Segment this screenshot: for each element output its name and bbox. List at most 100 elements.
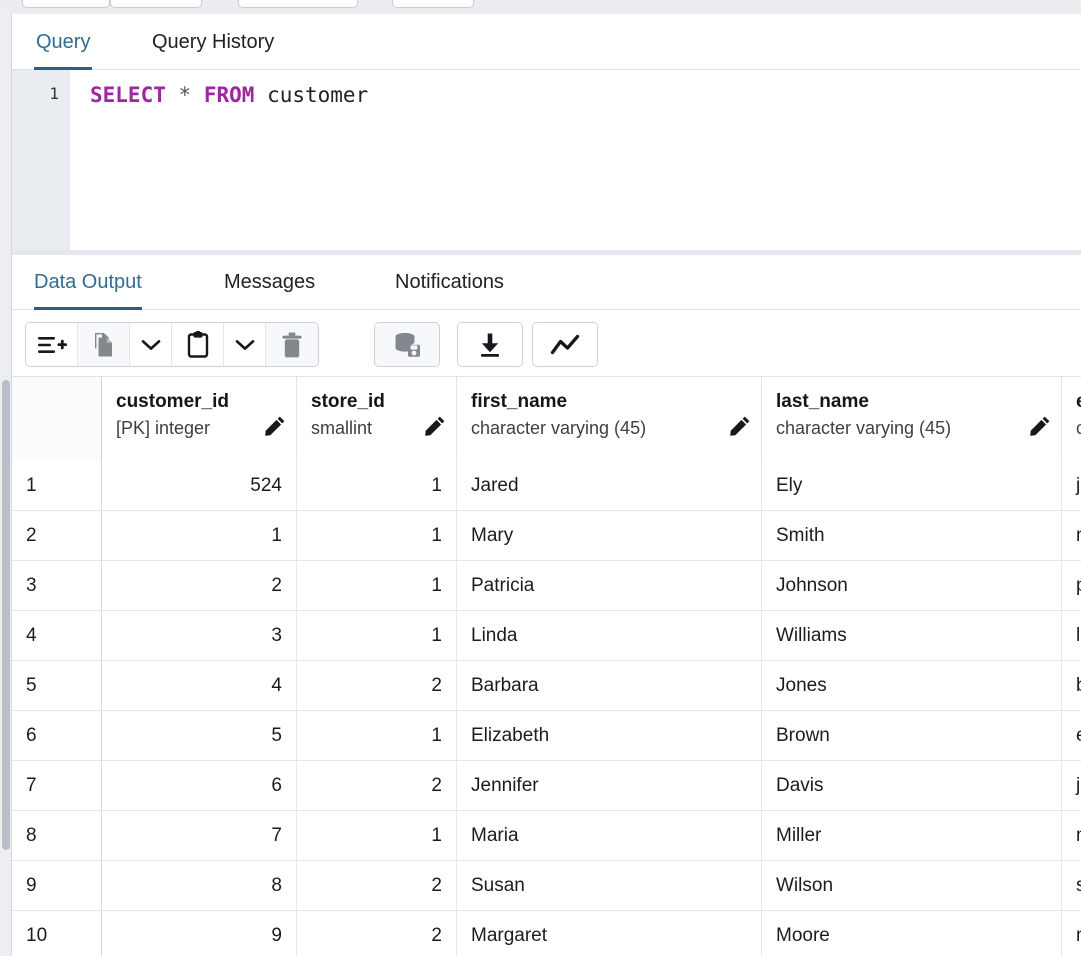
cell-store_id[interactable]: 2: [297, 761, 457, 810]
cell-first_name[interactable]: Linda: [457, 611, 762, 660]
sql-code-line[interactable]: SELECT * FROM customer: [90, 83, 368, 107]
cell-last_name[interactable]: Williams: [762, 611, 1062, 660]
row-number-cell[interactable]: 7: [12, 761, 102, 810]
cell-email[interactable]: m: [1062, 511, 1081, 560]
cell-email[interactable]: p: [1062, 561, 1081, 610]
cell-customer_id[interactable]: 3: [102, 611, 297, 660]
edit-pencil-icon[interactable]: [729, 415, 751, 437]
column-header-customer_id[interactable]: customer_id [PK] integer: [102, 377, 297, 461]
table-row[interactable]: 6 5 1 Elizabeth Brown e: [12, 711, 1081, 761]
graph-visualiser-button[interactable]: [533, 323, 597, 366]
cell-store_id[interactable]: 1: [297, 711, 457, 760]
cell-store_id[interactable]: 2: [297, 911, 457, 956]
row-number-cell[interactable]: 9: [12, 861, 102, 910]
table-row[interactable]: 1 524 1 Jared Ely j: [12, 461, 1081, 511]
cell-first_name[interactable]: Patricia: [457, 561, 762, 610]
cell-last_name[interactable]: Johnson: [762, 561, 1062, 610]
cell-email[interactable]: l: [1062, 611, 1081, 660]
column-header-first_name[interactable]: first_name character varying (45): [457, 377, 762, 461]
cell-first_name[interactable]: Susan: [457, 861, 762, 910]
cell-first_name[interactable]: Elizabeth: [457, 711, 762, 760]
cell-store_id[interactable]: 1: [297, 511, 457, 560]
top-toolbar-button-2[interactable]: [110, 0, 202, 8]
table-row[interactable]: 4 3 1 Linda Williams l: [12, 611, 1081, 661]
tab-query[interactable]: Query: [34, 14, 93, 70]
cell-last_name[interactable]: Davis: [762, 761, 1062, 810]
cell-store_id[interactable]: 1: [297, 461, 457, 510]
cell-customer_id[interactable]: 6: [102, 761, 297, 810]
edit-pencil-icon[interactable]: [264, 415, 286, 437]
cell-first_name[interactable]: Jennifer: [457, 761, 762, 810]
cell-store_id[interactable]: 1: [297, 611, 457, 660]
cell-customer_id[interactable]: 2: [102, 561, 297, 610]
cell-store_id[interactable]: 2: [297, 861, 457, 910]
cell-customer_id[interactable]: 4: [102, 661, 297, 710]
row-number-cell[interactable]: 4: [12, 611, 102, 660]
cell-customer_id[interactable]: 1: [102, 511, 297, 560]
cell-store_id[interactable]: 2: [297, 661, 457, 710]
top-toolbar-button-4[interactable]: [392, 0, 474, 8]
cell-first_name[interactable]: Margaret: [457, 911, 762, 956]
cell-first_name[interactable]: Maria: [457, 811, 762, 860]
cell-store_id[interactable]: 1: [297, 811, 457, 860]
cell-email[interactable]: j: [1062, 761, 1081, 810]
cell-last_name[interactable]: Ely: [762, 461, 1062, 510]
table-row[interactable]: 7 6 2 Jennifer Davis j: [12, 761, 1081, 811]
table-row[interactable]: 3 2 1 Patricia Johnson p: [12, 561, 1081, 611]
cell-email[interactable]: e: [1062, 711, 1081, 760]
cell-last_name[interactable]: Wilson: [762, 861, 1062, 910]
column-header-email[interactable]: ec: [1062, 377, 1081, 461]
row-number-cell[interactable]: 6: [12, 711, 102, 760]
row-number-cell[interactable]: 3: [12, 561, 102, 610]
table-row[interactable]: 9 8 2 Susan Wilson s: [12, 861, 1081, 911]
cell-first_name[interactable]: Mary: [457, 511, 762, 560]
cell-last_name[interactable]: Miller: [762, 811, 1062, 860]
edit-pencil-icon[interactable]: [424, 415, 446, 437]
tab-messages[interactable]: Messages: [224, 255, 315, 310]
cell-customer_id[interactable]: 5: [102, 711, 297, 760]
sql-editor[interactable]: 1 SELECT * FROM customer: [12, 70, 1081, 250]
vertical-scrollbar-thumb[interactable]: [2, 380, 10, 850]
tab-data-output[interactable]: Data Output: [34, 255, 142, 310]
paste-button[interactable]: [172, 323, 224, 366]
edit-pencil-icon[interactable]: [1029, 415, 1051, 437]
grid-corner-header[interactable]: [12, 377, 102, 461]
row-number-cell[interactable]: 1: [12, 461, 102, 510]
table-row[interactable]: 8 7 1 Maria Miller m: [12, 811, 1081, 861]
cell-last_name[interactable]: Jones: [762, 661, 1062, 710]
table-row[interactable]: 2 1 1 Mary Smith m: [12, 511, 1081, 561]
cell-customer_id[interactable]: 8: [102, 861, 297, 910]
top-toolbar-button-1[interactable]: [22, 0, 110, 8]
cell-customer_id[interactable]: 9: [102, 911, 297, 956]
column-header-store_id[interactable]: store_id smallint: [297, 377, 457, 461]
cell-email[interactable]: m: [1062, 911, 1081, 956]
tab-query-history[interactable]: Query History: [150, 14, 276, 70]
cell-customer_id[interactable]: 7: [102, 811, 297, 860]
data-output-grid[interactable]: customer_id [PK] integer store_id smallint f…: [12, 377, 1081, 956]
cell-email[interactable]: s: [1062, 861, 1081, 910]
cell-email[interactable]: b: [1062, 661, 1081, 710]
cell-email[interactable]: j: [1062, 461, 1081, 510]
cell-email[interactable]: m: [1062, 811, 1081, 860]
download-csv-button[interactable]: [458, 323, 522, 366]
copy-options-button[interactable]: [130, 323, 172, 366]
row-number-cell[interactable]: 2: [12, 511, 102, 560]
row-number-cell[interactable]: 5: [12, 661, 102, 710]
table-row[interactable]: 10 9 2 Margaret Moore m: [12, 911, 1081, 956]
cell-customer_id[interactable]: 524: [102, 461, 297, 510]
cell-first_name[interactable]: Barbara: [457, 661, 762, 710]
add-row-button[interactable]: [26, 323, 78, 366]
paste-options-button[interactable]: [224, 323, 266, 366]
column-header-last_name[interactable]: last_name character varying (45): [762, 377, 1062, 461]
cell-first_name[interactable]: Jared: [457, 461, 762, 510]
row-number-cell[interactable]: 10: [12, 911, 102, 956]
copy-button[interactable]: [78, 323, 130, 366]
save-data-changes-button[interactable]: [375, 323, 439, 366]
row-number-cell[interactable]: 8: [12, 811, 102, 860]
table-row[interactable]: 5 4 2 Barbara Jones b: [12, 661, 1081, 711]
cell-last_name[interactable]: Smith: [762, 511, 1062, 560]
cell-last_name[interactable]: Moore: [762, 911, 1062, 956]
tab-notifications[interactable]: Notifications: [395, 255, 504, 310]
delete-row-button[interactable]: [266, 323, 318, 366]
cell-store_id[interactable]: 1: [297, 561, 457, 610]
